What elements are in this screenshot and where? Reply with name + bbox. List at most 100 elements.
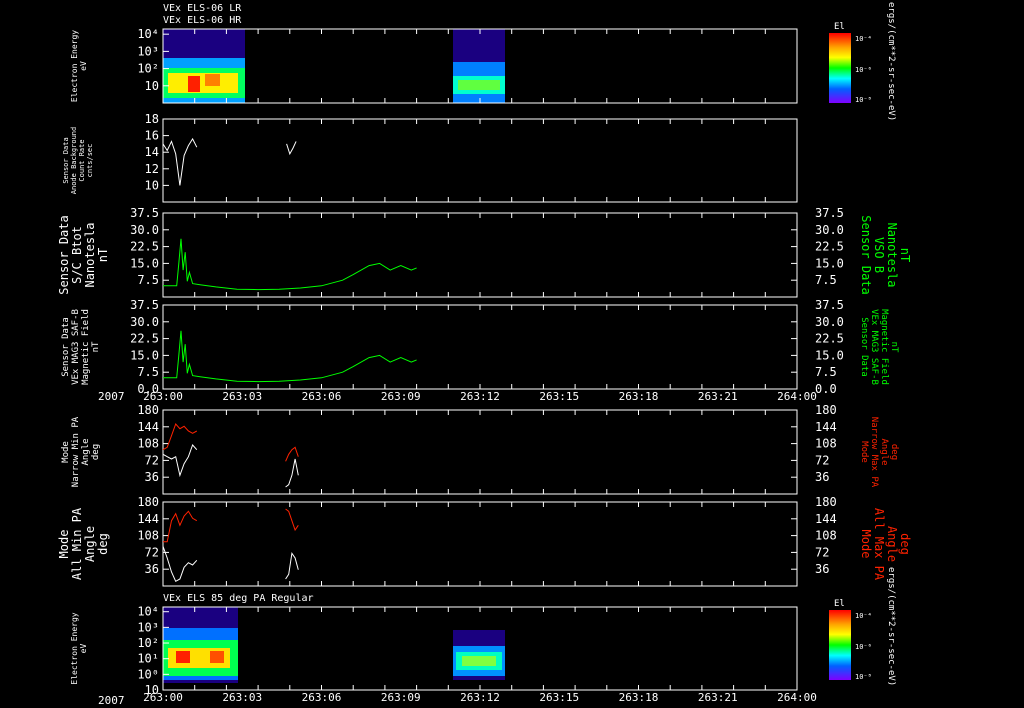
ylabel-right-sc_btot: Nanotesla — [885, 222, 899, 287]
title-line1: VEx ELS-06 LR — [163, 3, 242, 14]
ylabel-right-sc_btot: nT — [898, 248, 912, 262]
ylabel-sc_btot: Nanotesla — [83, 222, 97, 287]
y-tick-label-all_pa: 36 — [145, 562, 159, 576]
y-tick-label-right-sc_btot: 7.5 — [815, 273, 837, 287]
y-tick-label-sensor_angle_background: 14 — [145, 145, 159, 159]
y-tick-label-electron_energy_85: 10⁴ — [137, 605, 159, 619]
ylabel-right-sc_btot: Sensor Data — [859, 215, 873, 294]
ylabel-sensor_angle_background: cnts/sec — [86, 144, 94, 178]
ylabel-right-narrow_pa: Mode — [859, 441, 869, 463]
x-tick-label: 263:15 — [539, 691, 579, 704]
y-tick-label-right-sc_btot: 37.5 — [815, 206, 844, 220]
y-tick-label-all_pa: 144 — [137, 512, 159, 526]
ylabel-right-mag_field: Magnetic Field — [879, 309, 889, 385]
ylabel-sensor_angle_background: Count Rate — [78, 139, 86, 181]
y-tick-label-electron_energy_hr: 10³ — [137, 44, 159, 58]
ylabel-mag_field: Sensor Data — [61, 317, 71, 377]
x-tick-label: 264:00 — [777, 390, 817, 403]
y-tick-label-mag_field: 15.0 — [130, 348, 159, 362]
ylabel-narrow_pa: Angle — [81, 438, 91, 465]
y-tick-label-right-mag_field: 15.0 — [815, 348, 844, 362]
y-tick-label-right-mag_field: 0.0 — [815, 382, 837, 396]
y-tick-label-sensor_angle_background: 10 — [145, 178, 159, 192]
y-tick-label-electron_energy_hr: 10² — [137, 62, 159, 76]
ylabel-right-mag_field: Sensor Data — [859, 317, 869, 377]
ylabel-right-mag_field: nT — [889, 342, 899, 353]
x-tick-label: 264:00 — [777, 691, 817, 704]
y-tick-label-electron_energy_85: 10³ — [137, 620, 159, 634]
ylabel-right-mag_field: VEx MAG3 SAF-B — [869, 309, 879, 385]
colorbar-top-units: ergs/(cm**2-sr-sec-eV) — [886, 2, 896, 121]
ylabel-mag_field: Magnetic Field — [81, 309, 91, 385]
x-tick-label: 263:18 — [619, 691, 659, 704]
ylabel-narrow_pa: deg — [91, 444, 101, 460]
y-tick-label-sc_btot: 37.5 — [130, 206, 159, 220]
y-tick-label-sensor_angle_background: 16 — [145, 129, 159, 143]
x-tick-label: 263:03 — [222, 691, 262, 704]
y-tick-label-right-sc_btot: 22.5 — [815, 240, 844, 254]
ylabel-right-narrow_pa: deg — [889, 444, 899, 460]
y-tick-label-sc_btot: 30.0 — [130, 223, 159, 237]
y-tick-label-right-all_pa: 36 — [815, 562, 829, 576]
ylabel-sensor_angle_background: Sensor Data — [62, 137, 70, 183]
y-tick-label-right-narrow_pa: 180 — [815, 403, 837, 417]
y-tick-label-electron_energy_hr: 10 — [145, 79, 159, 93]
y-tick-label-right-mag_field: 30.0 — [815, 315, 844, 329]
x-tick-label: 263:09 — [381, 390, 421, 403]
x-tick-label: 263:18 — [619, 390, 659, 403]
bottom-panel-title: VEx ELS 85 deg PA Regular — [163, 593, 314, 604]
y-tick-label-narrow_pa: 36 — [145, 470, 159, 484]
y-tick-label-narrow_pa: 108 — [137, 437, 159, 451]
x-tick-label: 263:12 — [460, 691, 500, 704]
colorbar-bottom-tick-1: 10⁻⁴ — [855, 612, 872, 620]
els-summary-plot: VEx ELS-06 LR VEx ELS-06 HR VEx ELS 85 d… — [0, 0, 1024, 708]
y-tick-label-electron_energy_85: 10² — [137, 636, 159, 650]
y-tick-label-narrow_pa: 180 — [137, 403, 159, 417]
y-tick-label-right-mag_field: 37.5 — [815, 298, 844, 312]
ylabel-electron_energy_hr: eV — [79, 61, 88, 71]
y-tick-label-right-sc_btot: 30.0 — [815, 223, 844, 237]
colorbar-bottom-title: El — [834, 599, 845, 609]
ylabel-right-all_pa: Angle — [885, 526, 899, 562]
y-tick-label-all_pa: 72 — [145, 545, 159, 559]
y-tick-label-sensor_angle_background: 12 — [145, 162, 159, 176]
y-tick-label-sensor_angle_background: 18 — [145, 112, 159, 126]
y-tick-label-right-narrow_pa: 72 — [815, 453, 829, 467]
ylabel-electron_energy_hr: Electron Energy — [70, 30, 79, 102]
y-tick-label-electron_energy_85: 10⁰ — [137, 667, 159, 681]
ylabel-sc_btot: S/C Btot — [70, 226, 84, 284]
x-tick-label: 263:15 — [539, 390, 579, 403]
x-tick-label: 263:00 — [143, 390, 183, 403]
year-label-2: 2007 — [98, 694, 125, 707]
ylabel-all_pa: Angle — [83, 526, 97, 562]
ylabel-all_pa: deg — [96, 533, 110, 555]
y-tick-label-right-narrow_pa: 144 — [815, 420, 837, 434]
y-tick-label-right-narrow_pa: 36 — [815, 470, 829, 484]
colorbar-bottom-units: ergs/(cm**2-sr-sec-eV) — [886, 567, 896, 686]
ylabel-all_pa: All Min PA — [70, 507, 84, 580]
y-tick-label-sc_btot: 15.0 — [130, 256, 159, 270]
y-tick-label-right-all_pa: 144 — [815, 512, 837, 526]
year-label-1: 2007 — [98, 390, 125, 403]
colorbar-top-title: El — [834, 22, 845, 32]
y-tick-label-right-all_pa: 108 — [815, 529, 837, 543]
y-tick-label-sc_btot: 7.5 — [137, 273, 159, 287]
y-tick-label-right-sc_btot: 15.0 — [815, 256, 844, 270]
y-tick-label-electron_energy_85: 10¹ — [137, 652, 159, 666]
y-tick-label-right-mag_field: 22.5 — [815, 332, 844, 346]
x-tick-label: 263:09 — [381, 691, 421, 704]
ylabel-mag_field: nT — [91, 341, 101, 352]
ylabel-sensor_angle_background: Anode Background — [70, 127, 78, 194]
y-tick-label-electron_energy_hr: 10⁴ — [137, 27, 159, 41]
x-tick-label: 263:12 — [460, 390, 500, 403]
y-tick-label-right-all_pa: 72 — [815, 545, 829, 559]
title-line2: VEx ELS-06 HR — [163, 15, 242, 26]
ylabel-right-narrow_pa: Narrow Max PA — [869, 417, 879, 488]
x-tick-label: 263:21 — [698, 691, 738, 704]
y-tick-label-narrow_pa: 144 — [137, 420, 159, 434]
colorbar-top-tick-2: 10⁻⁶ — [855, 66, 872, 74]
ylabel-sc_btot: nT — [96, 248, 110, 262]
ylabel-right-sc_btot: VSO B — [872, 237, 886, 273]
y-tick-label-mag_field: 7.5 — [137, 365, 159, 379]
ylabel-right-all_pa: deg — [898, 533, 912, 555]
